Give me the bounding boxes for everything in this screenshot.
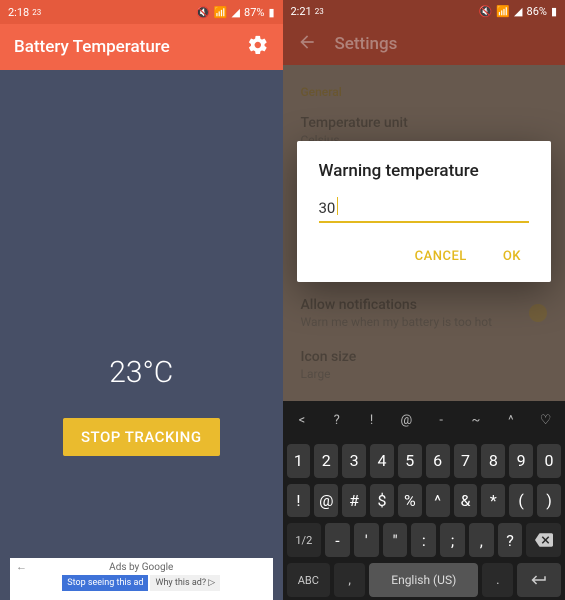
dialog-title: Warning temperature (319, 161, 530, 181)
key-5[interactable]: 5 (398, 444, 422, 478)
key-0[interactable]: 0 (537, 444, 561, 478)
screen-main: 2:18 23 🔇 📶 ◢ 87% ▮ Battery Temperature … (0, 0, 283, 600)
key-char[interactable]: ^ (426, 484, 450, 518)
key-char[interactable]: # (342, 484, 366, 518)
status-bar: 2:18 23 🔇 📶 ◢ 87% ▮ (0, 0, 283, 24)
signal-icon: ◢ (514, 5, 522, 18)
status-icons: 🔇 📶 ◢ 86% ▮ (479, 5, 557, 18)
settings-title: Settings (335, 34, 398, 54)
wifi-icon: 📶 (496, 5, 510, 18)
key-abc[interactable]: ABC (287, 563, 331, 597)
status-icons: 🔇 📶 ◢ 87% ▮ (196, 6, 274, 19)
main-content: 23°C STOP TRACKING ← Ads by Google Stop … (0, 70, 283, 600)
key-7[interactable]: 7 (454, 444, 478, 478)
text-cursor (337, 197, 338, 215)
status-time-sub: 23 (315, 7, 324, 16)
key-char[interactable]: $ (370, 484, 394, 518)
warning-temperature-input[interactable] (319, 195, 530, 223)
key-char[interactable]: @ (314, 484, 338, 518)
key-6[interactable]: 6 (426, 444, 450, 478)
warning-temperature-dialog: Warning temperature CANCEL OK (297, 141, 552, 282)
temperature-display: 23°C (109, 355, 173, 390)
status-time: 2:18 (8, 6, 29, 19)
ok-button[interactable]: OK (499, 241, 525, 272)
keyboard-row-1: 1 2 3 4 5 6 7 8 9 0 (283, 441, 565, 481)
key-enter[interactable] (517, 563, 561, 597)
settings-body: General Temperature unit Celsius Allow n… (283, 65, 565, 401)
key-3[interactable]: 3 (342, 444, 366, 478)
key-char[interactable]: ' (354, 523, 379, 557)
key-char[interactable]: ( (509, 484, 533, 518)
key-char[interactable]: - (325, 523, 350, 557)
key-sym[interactable]: - (426, 404, 457, 438)
key-char[interactable]: ) (537, 484, 561, 518)
key-char[interactable]: : (411, 523, 436, 557)
key-char[interactable]: ; (440, 523, 465, 557)
keyboard-row-3: 1/2 - ' " : ; , ? (283, 520, 565, 560)
ad-why-button[interactable]: Why this ad? ▷ (150, 575, 220, 591)
app-bar: Settings (283, 22, 565, 65)
wifi-icon: 📶 (214, 6, 228, 19)
key-1[interactable]: 1 (287, 444, 311, 478)
keyboard-suggestion-row: < ? ! @ - ~ ^ ♡ (283, 401, 565, 441)
key-sym[interactable]: ~ (461, 404, 492, 438)
soft-keyboard: < ? ! @ - ~ ^ ♡ 1 2 3 4 5 6 7 8 9 0 ! @ … (283, 401, 565, 600)
key-char[interactable]: " (383, 523, 408, 557)
signal-icon: ◢ (232, 6, 240, 19)
status-time-sub: 23 (32, 8, 41, 17)
key-9[interactable]: 9 (509, 444, 533, 478)
settings-icon[interactable] (247, 34, 269, 60)
key-dot[interactable]: . (482, 563, 513, 597)
key-page[interactable]: 1/2 (287, 523, 322, 557)
key-4[interactable]: 4 (370, 444, 394, 478)
status-bar: 2:21 23 🔇 📶 ◢ 86% ▮ (283, 0, 565, 22)
ad-banner[interactable]: ← Ads by Google Stop seeing this ad Why … (10, 558, 273, 600)
key-comma[interactable]: , (334, 563, 365, 597)
mute-icon: 🔇 (196, 6, 210, 19)
ad-back-icon[interactable]: ← (16, 560, 27, 573)
key-2[interactable]: 2 (314, 444, 338, 478)
key-sym[interactable]: ♡ (530, 404, 561, 438)
battery-icon: ▮ (268, 6, 274, 19)
key-char[interactable]: % (398, 484, 422, 518)
screen-settings: 2:21 23 🔇 📶 ◢ 86% ▮ Settings General Tem… (283, 0, 565, 600)
key-char[interactable]: & (454, 484, 478, 518)
key-space[interactable]: English (US) (369, 563, 478, 597)
battery-icon: ▮ (551, 5, 557, 18)
ad-title: Ads by Google (18, 560, 265, 573)
battery-percent: 86% (527, 5, 547, 18)
cancel-button[interactable]: CANCEL (411, 241, 471, 272)
app-bar: Battery Temperature (0, 24, 283, 70)
key-char[interactable]: ? (498, 523, 523, 557)
key-backspace[interactable] (526, 523, 561, 557)
back-icon[interactable] (297, 32, 317, 56)
key-char[interactable]: * (481, 484, 505, 518)
key-sym[interactable]: < (287, 404, 318, 438)
keyboard-row-2: ! @ # $ % ^ & * ( ) (283, 481, 565, 521)
battery-percent: 87% (244, 6, 264, 19)
key-8[interactable]: 8 (481, 444, 505, 478)
keyboard-row-4: ABC , English (US) . (283, 560, 565, 600)
key-char[interactable]: , (469, 523, 494, 557)
key-sym[interactable]: @ (391, 404, 422, 438)
key-sym[interactable]: ! (356, 404, 387, 438)
key-char[interactable]: ! (287, 484, 311, 518)
key-sym[interactable]: ? (321, 404, 352, 438)
ad-stop-button[interactable]: Stop seeing this ad (62, 575, 148, 591)
status-time: 2:21 (291, 5, 312, 18)
app-title: Battery Temperature (14, 37, 170, 57)
stop-tracking-button[interactable]: STOP TRACKING (63, 418, 220, 456)
mute-icon: 🔇 (479, 5, 493, 18)
key-sym[interactable]: ^ (495, 404, 526, 438)
